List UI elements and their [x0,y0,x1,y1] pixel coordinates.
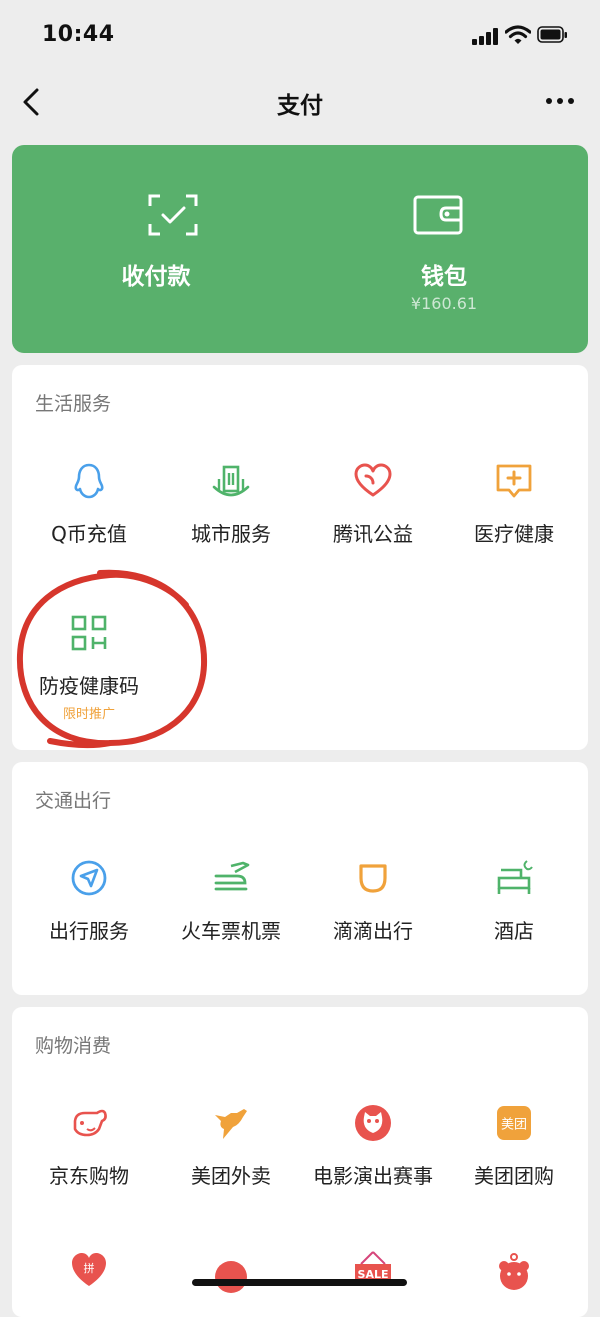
tile-meituan-group[interactable]: 美团 美团团购 [443,1103,585,1193]
tile-label: 腾讯公益 [333,522,413,546]
wallet-balance: ¥160.61 [410,294,478,313]
tile-train-flight[interactable]: 火车票机票 [160,858,302,948]
promo-tag: 限时推广 [62,707,115,722]
more-button[interactable] [540,88,580,114]
section-title-transport: 交通出行 [35,790,112,812]
tile-health-code[interactable]: 防疫健康码 限时推广 [18,613,160,723]
wifi-icon [505,24,531,46]
life-services-card: 生活服务 Q币充值 城市服务 腾讯公益 医疗健康 防疫健康码 限时推广 [12,365,588,750]
tile-label: 火车票机票 [181,919,281,943]
charity-heart-icon [354,463,392,497]
meituan-icon: 美团 [497,1106,531,1140]
wallet-icon [413,195,463,235]
qr-code-icon [71,615,107,651]
bear-icon [499,1253,529,1290]
tile-movie-shows[interactable]: 电影演出赛事 [302,1103,444,1193]
tile-tencent-charity[interactable]: 腾讯公益 [302,461,444,551]
receive-pay-label: 收付款 [121,264,191,290]
hotel-bed-icon [497,860,533,894]
tile-label: 酒店 [494,919,534,943]
page-title: 支付 [277,93,323,119]
qq-penguin-icon [74,463,104,499]
tile-label: Q币充值 [51,522,127,546]
receive-pay-button[interactable]: 收付款 [12,145,300,353]
tile-label: 电影演出赛事 [313,1164,433,1188]
status-bar: 10:44 [0,0,600,70]
transport-card: 交通出行 出行服务 火车票机票 滴滴出行 酒店 [12,762,588,995]
home-indicator[interactable] [192,1279,407,1286]
tile-label: 美团外卖 [191,1164,271,1188]
navigation-arrow-icon [71,860,107,896]
pinduoduo-heart-icon: 拼 [72,1253,106,1286]
signal-icon [472,27,500,45]
tile-city-services[interactable]: 城市服务 [160,461,302,551]
pay-hero-card: 收付款 钱包 ¥160.61 [12,145,588,353]
meituan-icon-text: 美团 [501,1118,527,1133]
train-plane-icon [214,861,250,891]
tile-label: 医疗健康 [474,522,554,546]
tile-label: 城市服务 [191,522,271,546]
tile-label: 出行服务 [49,919,129,943]
wallet-label: 钱包 [421,264,467,290]
tile-pinduoduo-partial[interactable]: 拼 [18,1250,160,1300]
wallet-button[interactable]: 钱包 ¥160.61 [300,145,588,353]
medical-chat-icon [496,464,532,498]
tile-label: 滴滴出行 [333,919,413,943]
tile-label: 京东购物 [49,1164,129,1188]
tile-jd-shopping[interactable]: 京东购物 [18,1103,160,1193]
jd-dog-icon [73,1109,107,1137]
tile-travel-services[interactable]: 出行服务 [18,858,160,948]
nav-bar: 支付 [0,70,600,134]
scan-pay-icon [148,194,198,236]
pinduoduo-icon-text: 拼 [84,1261,95,1275]
tile-medical-health[interactable]: 医疗健康 [443,461,585,551]
shopping-card: 购物消费 京东购物 美团外卖 电影演出赛事 美团 美团团购 拼 SALE [12,1007,588,1317]
status-time: 10:44 [42,22,115,47]
didi-icon [359,864,387,893]
ellipsis-icon [546,98,574,104]
tile-hotel[interactable]: 酒店 [443,858,585,948]
section-title-shopping: 购物消费 [35,1035,112,1057]
tile-bear-partial[interactable] [443,1250,585,1300]
section-title-life: 生活服务 [35,393,112,415]
tile-sale-partial[interactable]: SALE [302,1250,444,1300]
tile-label: 防疫健康码 [39,674,139,698]
city-building-icon [212,465,250,497]
tile-meituan-delivery[interactable]: 美团外卖 [160,1103,302,1193]
battery-icon [537,26,567,44]
tile-didi[interactable]: 滴滴出行 [302,858,444,948]
tile-label: 美团团购 [474,1164,554,1188]
cat-eye-icon [355,1105,391,1141]
tile-q-coin[interactable]: Q币充值 [18,461,160,551]
red-circle-icon [215,1261,247,1293]
kangaroo-icon [215,1109,247,1139]
